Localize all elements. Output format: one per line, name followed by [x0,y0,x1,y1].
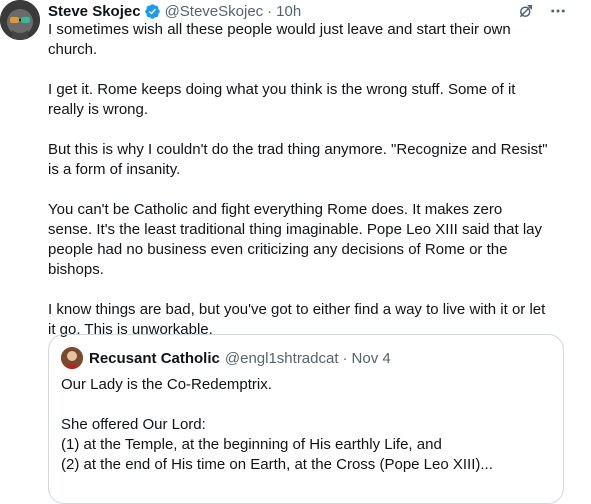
tweet-paragraph: But this is why I couldn't do the trad t… [48,141,548,178]
author-avatar[interactable] [0,0,40,40]
author-name[interactable]: Steve Skojec [48,3,141,20]
quoted-author-avatar [61,347,83,369]
quoted-tweet[interactable]: Recusant Catholic @engl1shtradcat · Nov … [48,334,564,504]
quoted-author-name: Recusant Catholic [89,349,220,367]
author-handle[interactable]: @SteveSkojec [165,3,264,20]
tweet-time[interactable]: 10h [276,3,301,20]
separator-dot: · [342,349,348,367]
quoted-line: Our Lady is the Co-Redemptrix. [61,376,272,393]
quoted-line: (2) at the end of His time on Earth, at … [61,456,493,473]
avatar-image [0,0,40,40]
quoted-line: She offered Our Lord: [61,416,206,433]
tweet-paragraph: I sometimes wish all these people would … [48,21,511,58]
separator-dot: · [267,2,273,20]
more-icon[interactable] [549,2,567,25]
quoted-author-handle: @engl1shtradcat [224,349,339,367]
verified-badge-icon [144,3,161,20]
quoted-tweet-time: Nov 4 [351,349,391,367]
tweet-header: Steve Skojec @SteveSkojec · 10h [48,0,301,22]
quoted-tweet-header: Recusant Catholic @engl1shtradcat · Nov … [61,347,391,369]
tweet-text: I sometimes wish all these people would … [48,20,548,360]
quoted-line: (1) at the Temple, at the beginning of H… [61,436,442,453]
tweet-paragraph: I get it. Rome keeps doing what you thin… [48,81,516,118]
tweet-paragraph: You can't be Catholic and fight everythi… [48,201,542,278]
quoted-tweet-text: Our Lady is the Co-Redemptrix. She offer… [61,375,551,475]
